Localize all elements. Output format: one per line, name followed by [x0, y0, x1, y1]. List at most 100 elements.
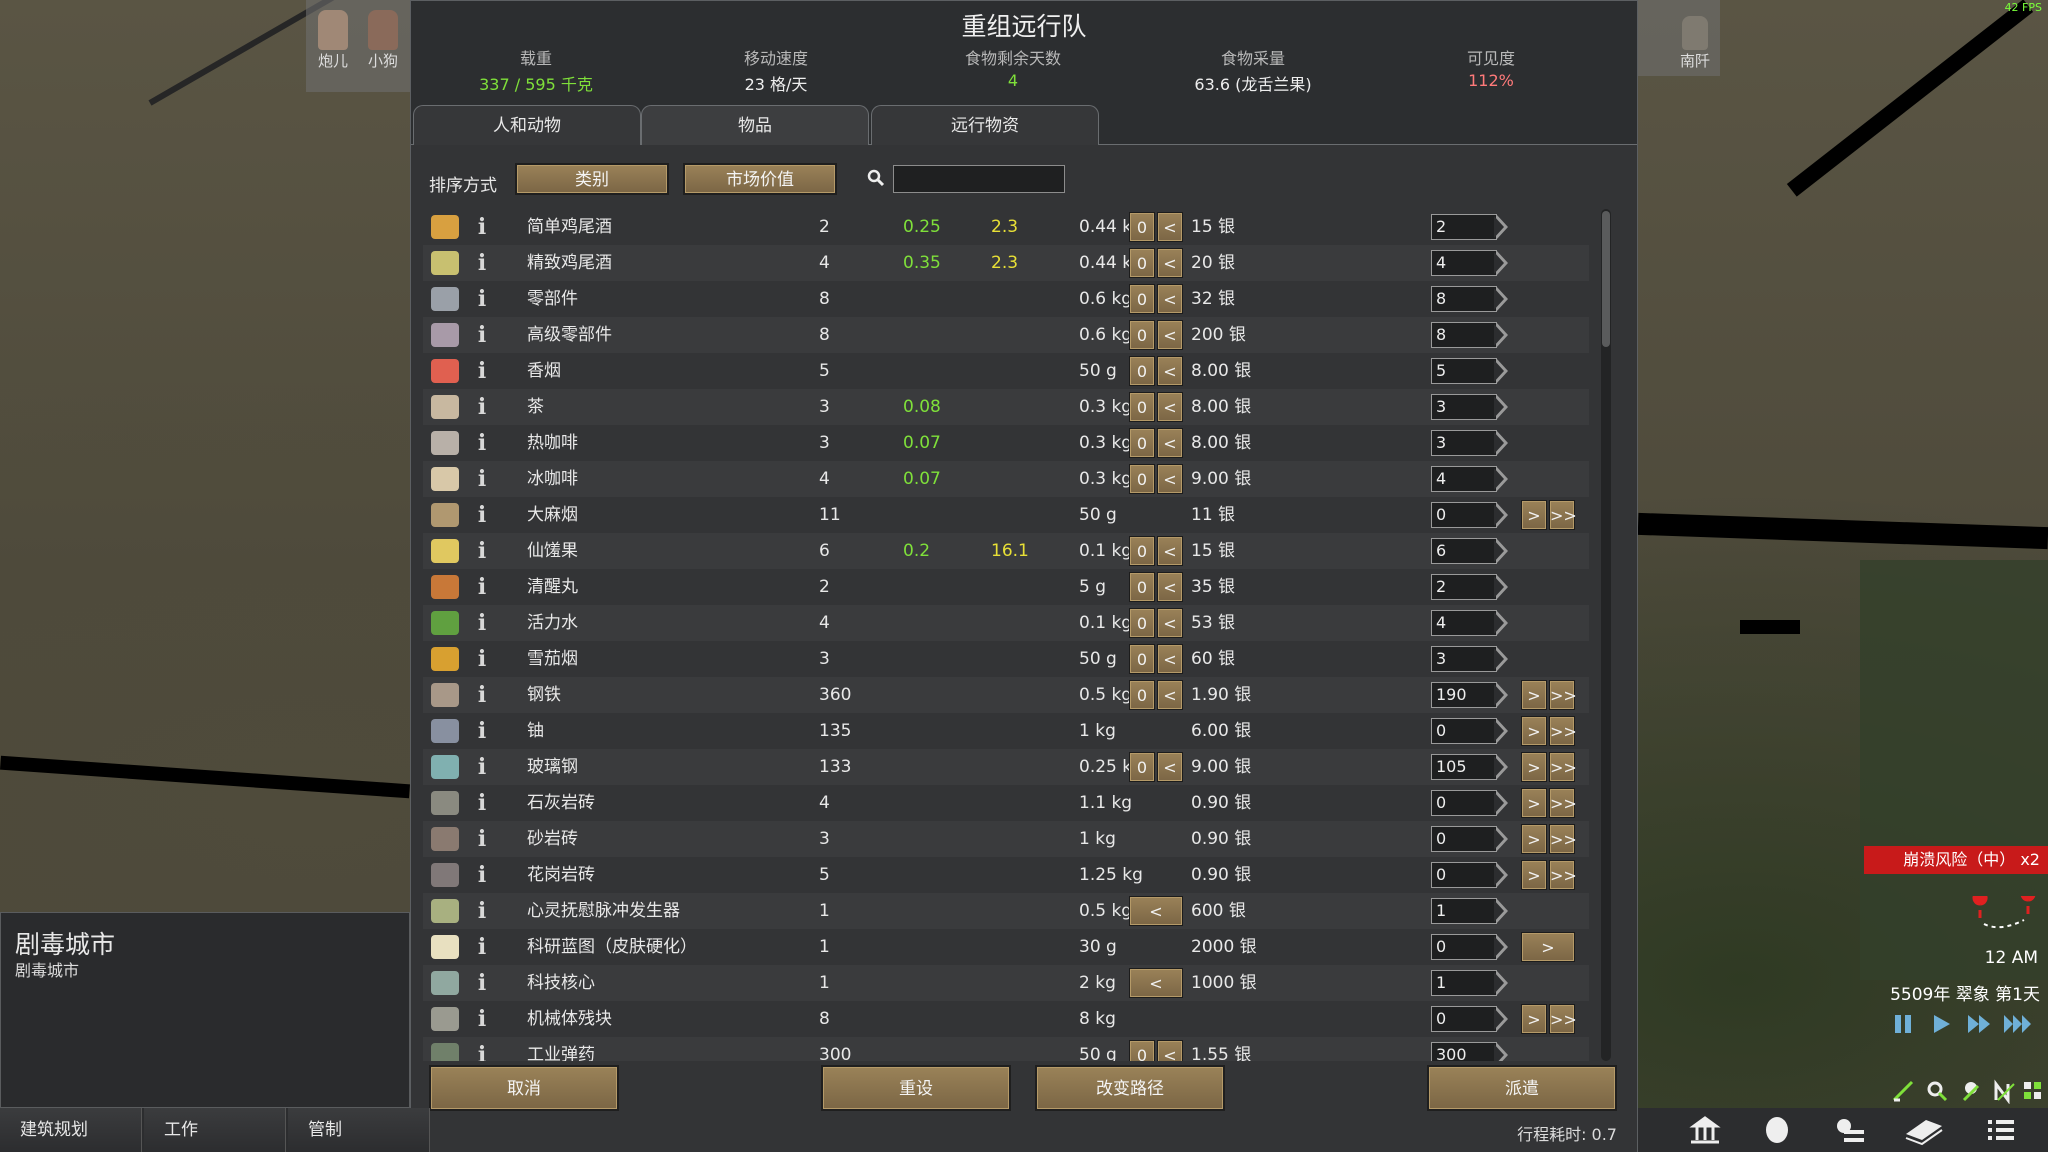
less-button[interactable]: <	[1157, 320, 1183, 350]
colonist-bar-right[interactable]: 南阡	[1634, 0, 1720, 76]
less-button[interactable]: <	[1157, 644, 1183, 674]
table-row[interactable]: i 热咖啡 3 0.07 0.3 kg 8.00 银 0 <3	[423, 425, 1589, 461]
table-row[interactable]: i 雪茄烟 3 50 g 60 银 0 <3	[423, 641, 1589, 677]
table-row[interactable]: i 仙馐果 6 0.2 16.1 0.1 kg 15 银 0 <6	[423, 533, 1589, 569]
table-row[interactable]: i 简单鸡尾酒 2 0.25 2.3 0.44 kg 15 银 0 <2	[423, 209, 1589, 245]
item-list-scrollbar[interactable]	[1601, 209, 1611, 1061]
factions-icon[interactable]	[1688, 1114, 1722, 1146]
zero-button[interactable]: 0	[1129, 608, 1155, 638]
table-row[interactable]: i 铀 135 1 kg 6.00 银 0 > >>	[423, 713, 1589, 749]
quantity-field[interactable]: 105	[1431, 754, 1497, 780]
quantity-field[interactable]: 0	[1431, 862, 1497, 888]
less-button[interactable]: <	[1157, 284, 1183, 314]
table-row[interactable]: i 香烟 5 50 g 8.00 银 0 <5	[423, 353, 1589, 389]
quantity-field[interactable]: 190	[1431, 682, 1497, 708]
table-row[interactable]: i 科研蓝图（皮肤硬化） 1 30 g 2000 银 0 >	[423, 929, 1589, 965]
quantity-field[interactable]: 2	[1431, 574, 1497, 600]
more-button[interactable]: >	[1521, 1004, 1547, 1034]
info-icon[interactable]: i	[475, 209, 489, 245]
info-icon[interactable]: i	[475, 605, 489, 641]
less-button[interactable]: <	[1157, 392, 1183, 422]
less-button[interactable]: <	[1157, 572, 1183, 602]
quantity-field[interactable]: 8	[1431, 322, 1497, 348]
less-button[interactable]: <	[1157, 680, 1183, 710]
quantity-field[interactable]: 1	[1431, 898, 1497, 924]
info-icon[interactable]: i	[475, 677, 489, 713]
info-icon[interactable]: i	[475, 749, 489, 785]
more-button[interactable]: >	[1521, 752, 1547, 782]
less-button[interactable]: <	[1157, 608, 1183, 638]
item-list[interactable]: i 简单鸡尾酒 2 0.25 2.3 0.44 kg 15 银 0 <2 i 精致鸡尾酒 4 0.35 2…	[423, 209, 1589, 1061]
change-route-button[interactable]: 改变路径	[1035, 1065, 1225, 1111]
quantity-field[interactable]: 3	[1431, 430, 1497, 456]
sort-category-button[interactable]: 类别	[515, 163, 669, 195]
quantity-field[interactable]: 3	[1431, 646, 1497, 672]
table-row[interactable]: i 玻璃钢 133 0.25 kg 9.00 银 0 <105 > >>	[423, 749, 1589, 785]
zero-button[interactable]: 0	[1129, 464, 1155, 494]
search-icon[interactable]	[1924, 1078, 1950, 1104]
info-icon[interactable]: i	[475, 713, 489, 749]
tab-architect[interactable]: 建筑规划	[0, 1108, 142, 1152]
zero-button[interactable]: 0	[1129, 356, 1155, 386]
info-icon[interactable]: i	[475, 857, 489, 893]
info-icon[interactable]: i	[475, 641, 489, 677]
light-icon[interactable]	[1958, 1078, 1984, 1104]
table-row[interactable]: i 大麻烟 11 50 g 11 银 0 > >>	[423, 497, 1589, 533]
map-toggles[interactable]	[1884, 1076, 2044, 1106]
info-icon[interactable]: i	[475, 461, 489, 497]
grid-icon[interactable]	[2022, 1078, 2044, 1104]
table-row[interactable]: i 花岗岩砖 5 1.25 kg 0.90 银 0 > >>	[423, 857, 1589, 893]
info-icon[interactable]: i	[475, 533, 489, 569]
table-row[interactable]: i 石灰岩砖 4 1.1 kg 0.90 银 0 > >>	[423, 785, 1589, 821]
table-row[interactable]: i 活力水 4 0.1 kg 53 银 0 <4	[423, 605, 1589, 641]
more-button[interactable]: >	[1521, 932, 1575, 962]
info-icon[interactable]: i	[475, 785, 489, 821]
info-icon[interactable]: i	[475, 281, 489, 317]
colonist-portrait[interactable]: 小狗	[362, 10, 404, 70]
zero-button[interactable]: 0	[1129, 644, 1155, 674]
toggle-icon[interactable]	[1890, 1078, 1916, 1104]
info-icon[interactable]: i	[475, 821, 489, 857]
table-row[interactable]: i 高级零部件 8 0.6 kg 200 银 0 <8	[423, 317, 1589, 353]
info-icon[interactable]: i	[475, 569, 489, 605]
max-button[interactable]: >>	[1549, 860, 1577, 890]
less-button[interactable]: <	[1157, 464, 1183, 494]
table-row[interactable]: i 科技核心 1 2 kg 1000 银 <1	[423, 965, 1589, 1001]
quantity-field[interactable]: 3	[1431, 394, 1497, 420]
north-icon[interactable]	[1992, 1078, 2018, 1104]
info-icon[interactable]: i	[475, 245, 489, 281]
zero-button[interactable]: 0	[1129, 536, 1155, 566]
quantity-field[interactable]: 0	[1431, 1006, 1497, 1032]
zero-button[interactable]: 0	[1129, 392, 1155, 422]
table-row[interactable]: i 机械体残块 8 8 kg 0 > >>	[423, 1001, 1589, 1037]
table-row[interactable]: i 钢铁 360 0.5 kg 1.90 银 0 <190 > >>	[423, 677, 1589, 713]
zero-button[interactable]: 0	[1129, 284, 1155, 314]
table-row[interactable]: i 茶 3 0.08 0.3 kg 8.00 银 0 <3	[423, 389, 1589, 425]
max-button[interactable]: >>	[1549, 1004, 1577, 1034]
table-row[interactable]: i 心灵抚慰脉冲发生器 1 0.5 kg 600 银 <1	[423, 893, 1589, 929]
send-button[interactable]: 派遣	[1427, 1065, 1617, 1111]
zero-button[interactable]: 0	[1129, 680, 1155, 710]
table-row[interactable]: i 零部件 8 0.6 kg 32 银 0 <8	[423, 281, 1589, 317]
less-button[interactable]: <	[1129, 968, 1183, 998]
reset-button[interactable]: 重设	[821, 1065, 1011, 1111]
more-button[interactable]: >	[1521, 500, 1547, 530]
quantity-field[interactable]: 2	[1431, 214, 1497, 240]
quantity-field[interactable]: 0	[1431, 502, 1497, 528]
more-button[interactable]: >	[1521, 824, 1547, 854]
info-icon[interactable]: i	[475, 317, 489, 353]
fast-forward-icon[interactable]	[1966, 1012, 1994, 1036]
zero-button[interactable]: 0	[1129, 320, 1155, 350]
info-icon[interactable]: i	[475, 1001, 489, 1037]
less-button[interactable]: <	[1157, 248, 1183, 278]
tab-work[interactable]: 工作	[144, 1108, 286, 1152]
max-button[interactable]: >>	[1549, 788, 1577, 818]
quantity-field[interactable]: 8	[1431, 286, 1497, 312]
research-icon[interactable]	[1902, 1114, 1946, 1146]
tab-items[interactable]: 物品	[641, 105, 869, 147]
less-button[interactable]: <	[1157, 212, 1183, 242]
quantity-field[interactable]: 0	[1431, 718, 1497, 744]
max-button[interactable]: >>	[1549, 716, 1577, 746]
more-button[interactable]: >	[1521, 680, 1547, 710]
quantity-field[interactable]: 0	[1431, 934, 1497, 960]
